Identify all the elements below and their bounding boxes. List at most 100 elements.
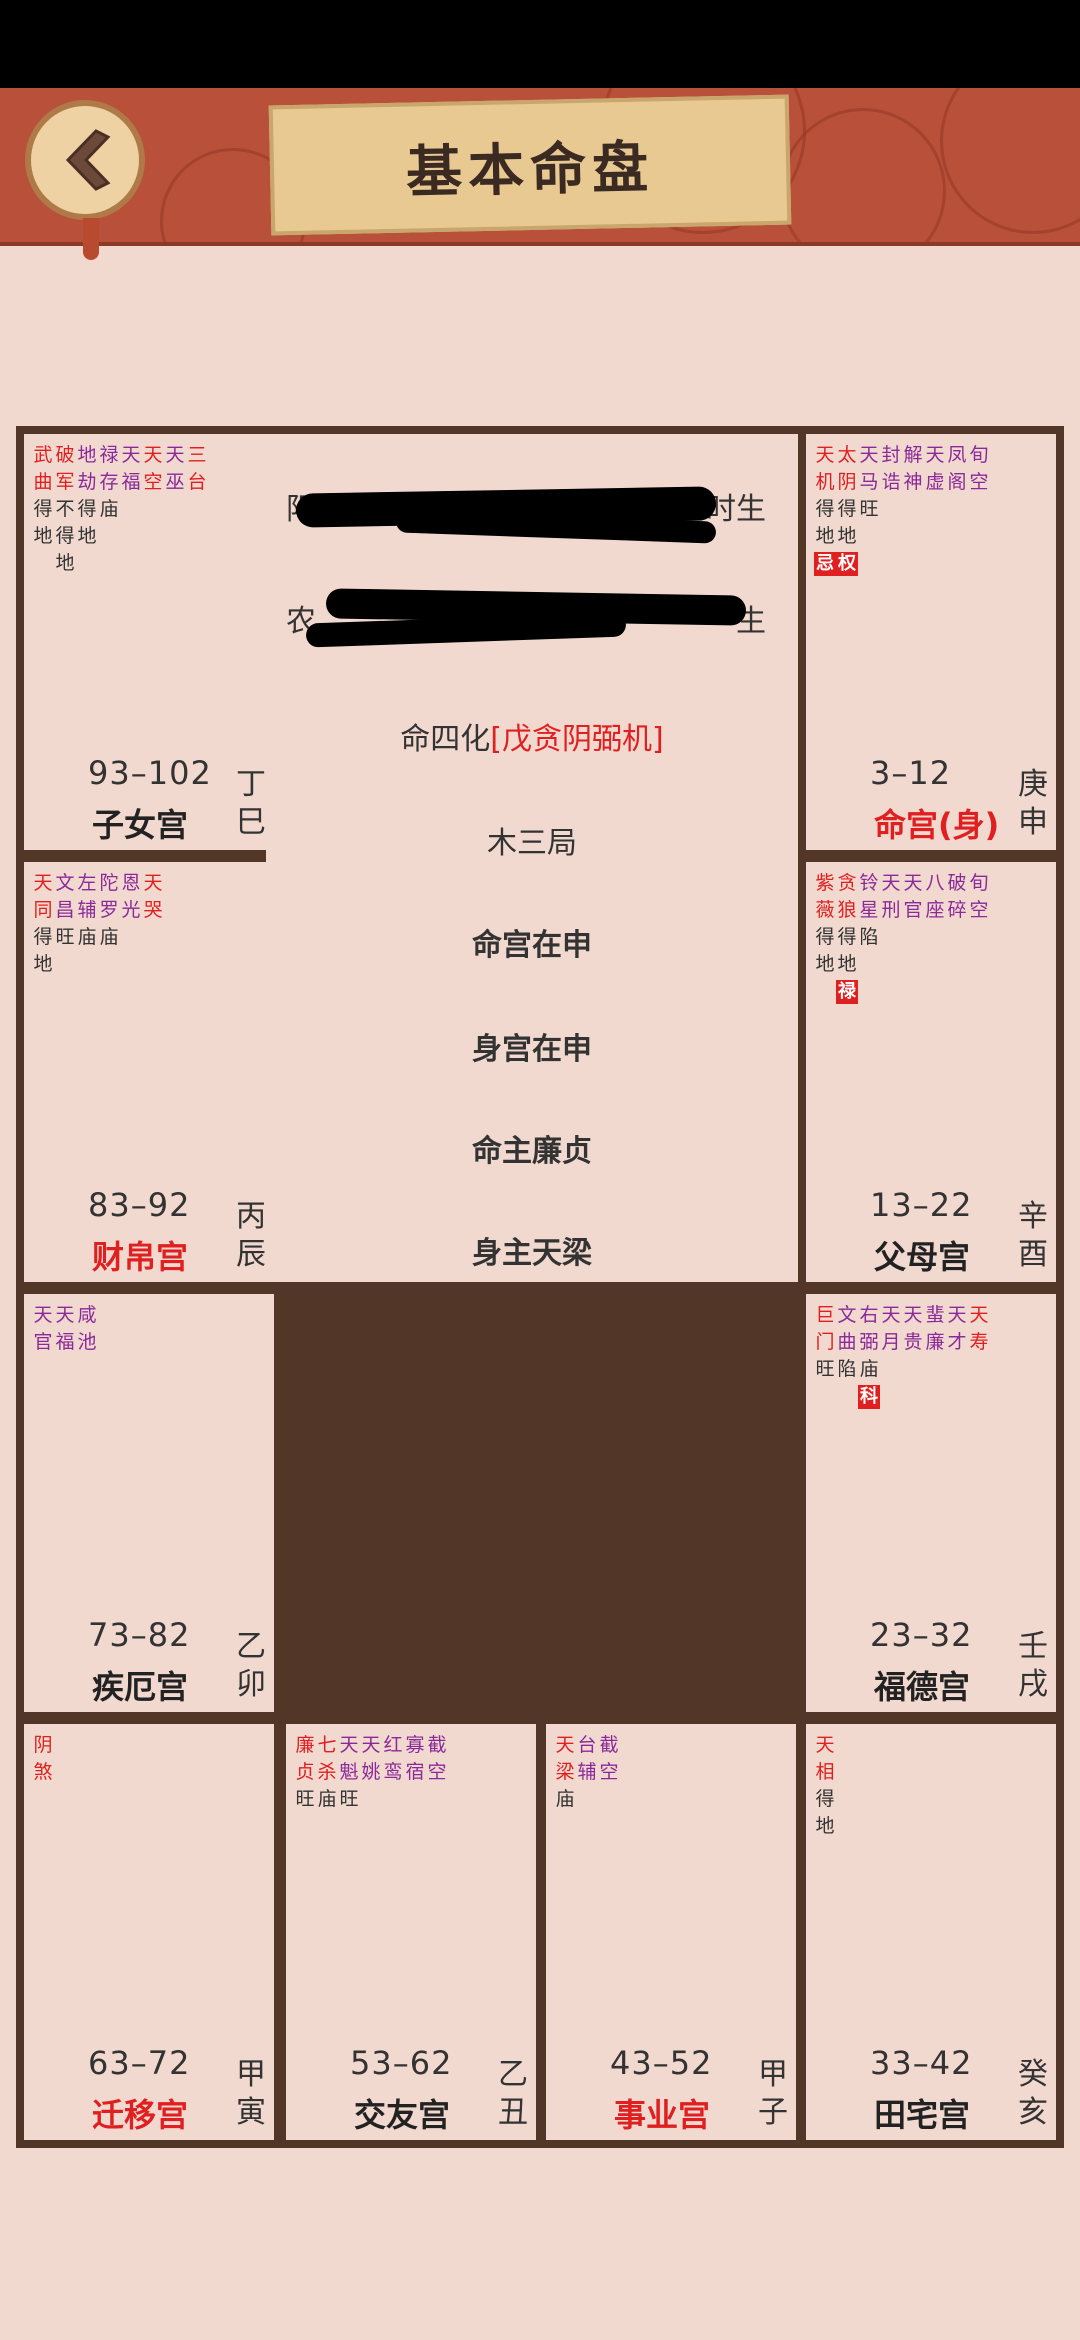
- star-name-char: 机: [815, 471, 835, 493]
- star-column: 天寿: [968, 1302, 990, 1409]
- star-column: 文昌旺: [54, 870, 76, 978]
- star-list: 天同得地文昌旺左辅庙陀罗庙恩光天哭: [32, 870, 164, 978]
- stem-branch: 癸亥: [1016, 2056, 1050, 2132]
- sihua-badge: 忌: [814, 552, 836, 576]
- age-range: 73–82: [88, 1616, 191, 1654]
- star-name-char: 台: [577, 1734, 597, 1756]
- star-column: 天姚: [360, 1732, 382, 1813]
- star-column: 天同得地: [32, 870, 54, 978]
- star-name-char: 煞: [33, 1761, 53, 1783]
- star-list: 天相得地: [814, 1732, 836, 1840]
- star-name-char: 红: [383, 1734, 403, 1756]
- star-name-char: 月: [881, 1331, 901, 1353]
- star-name-char: 天: [165, 444, 185, 466]
- palace-cell[interactable]: 天相得地 33–42 田宅宫 癸亥: [806, 1724, 1056, 2140]
- star-name-char: 寿: [969, 1331, 989, 1353]
- star-name-char: 旬: [969, 872, 989, 894]
- palace-cell[interactable]: 天机得地忌太阴得地权天马旺封诰解神天虚凤阁旬空 3–12 命宫(身) 庚申: [806, 434, 1056, 850]
- star-column: 天福: [54, 1302, 76, 1356]
- star-column: 天马旺: [858, 442, 880, 576]
- star-name-char: 天: [815, 444, 835, 466]
- stem-branch: 庚申: [1016, 766, 1050, 842]
- star-list: 天官天福咸池: [32, 1302, 98, 1356]
- star-brightness-char: 庙: [77, 926, 97, 948]
- star-column: 破碎: [946, 870, 968, 1004]
- star-name-char: 空: [427, 1761, 447, 1783]
- chevron-left-icon: [65, 129, 111, 191]
- star-column: 三台: [186, 442, 208, 577]
- star-column: 旬空: [968, 442, 990, 576]
- star-name-char: 三: [187, 444, 207, 466]
- stem-branch-char: 甲: [758, 2057, 788, 2092]
- star-column: 陀罗庙: [98, 870, 120, 978]
- star-name-char: 曲: [33, 471, 53, 493]
- star-column: 红鸾: [382, 1732, 404, 1813]
- star-column: 武曲得地: [32, 442, 54, 577]
- star-name-char: 巨: [815, 1304, 835, 1326]
- palace-cell[interactable]: 廉贞旺七杀庙天魁旺天姚红鸾寡宿截空 53–62 交友宫乙丑: [286, 1724, 536, 2140]
- stem-branch-char: 卯: [236, 1667, 266, 1702]
- palace-cell[interactable]: 巨门旺文曲陷右弼庙科天月天贵蜚廉天才天寿 23–32 福德宫壬戌: [806, 1294, 1056, 1712]
- age-range: 53–62: [350, 2044, 453, 2082]
- star-column: 破军不得地: [54, 442, 76, 577]
- palace-cell[interactable]: 紫薇得地贪狼得地禄铃星陷天刑天官八座破碎旬空 13–22 父母宫辛酉: [806, 862, 1056, 1282]
- chart-center-info: 阳 时生 农 生 命四化[戊贪阴弼机] 木三局 命宫在申 身宫在申 命主廉贞 身…: [266, 434, 798, 1282]
- star-column: 寡宿: [404, 1732, 426, 1813]
- star-name-char: 天: [143, 872, 163, 894]
- star-column: 禄存庙: [98, 442, 120, 577]
- star-name-char: 阴: [837, 471, 857, 493]
- star-brightness-char: 得: [55, 525, 75, 547]
- star-name-char: 天: [903, 872, 923, 894]
- palace-cell[interactable]: 天梁庙台辅截空 43–52 事业宫甲子: [546, 1724, 796, 2140]
- back-button[interactable]: [25, 100, 145, 260]
- star-brightness-char: 地: [837, 953, 857, 975]
- star-name-char: 存: [99, 471, 119, 493]
- star-name-char: 诰: [881, 471, 901, 493]
- title-plaque: 基本命盘: [268, 94, 792, 236]
- stem-branch-char: 乙: [236, 1629, 266, 1664]
- star-column: 文曲陷: [836, 1302, 858, 1409]
- star-name-char: 碎: [947, 899, 967, 921]
- star-name-char: 同: [33, 899, 53, 921]
- ming-zhu-line: 命主廉贞: [472, 1134, 592, 1169]
- stem-branch-char: 辰: [236, 1237, 266, 1272]
- star-name-char: 官: [903, 899, 923, 921]
- palace-cell[interactable]: 天同得地文昌旺左辅庙陀罗庙恩光天哭 83–92 财帛宫丙辰: [24, 862, 274, 1282]
- star-name-char: 天: [947, 1304, 967, 1326]
- star-name-char: 军: [55, 471, 75, 493]
- star-column: 贪狼得地禄: [836, 870, 858, 1004]
- star-name-char: 天: [33, 1304, 53, 1326]
- star-name-char: 左: [77, 872, 97, 894]
- star-name-char: 神: [903, 471, 923, 493]
- star-column: 天刑: [880, 870, 902, 1004]
- star-name-char: 天: [881, 872, 901, 894]
- star-brightness-char: 旺: [859, 498, 879, 520]
- star-name-char: 弼: [859, 1331, 879, 1353]
- star-name-char: 铃: [859, 872, 879, 894]
- star-brightness-char: 地: [33, 525, 53, 547]
- stem-branch-char: 子: [758, 2095, 788, 2130]
- star-column: 七杀庙: [316, 1732, 338, 1813]
- palace-cell[interactable]: 阴煞 63–72 迁移宫 甲寅: [24, 1724, 274, 2140]
- star-column: 天才: [946, 1302, 968, 1409]
- star-name-char: 天: [361, 1734, 381, 1756]
- palace-cell[interactable]: 天官天福咸池 73–82 疾厄宫 乙卯: [24, 1294, 274, 1712]
- star-name-char: 天: [903, 1304, 923, 1326]
- stem-branch-char: 甲: [236, 2057, 266, 2092]
- star-brightness-char: 庙: [99, 926, 119, 948]
- star-column: 天贵: [902, 1302, 924, 1409]
- star-column: 封诰: [880, 442, 902, 576]
- age-range: 3–12: [870, 754, 952, 792]
- stem-branch-char: 癸: [1018, 2057, 1048, 2092]
- sihua-line: 命四化[戊贪阴弼机]: [400, 722, 664, 757]
- shen-zhu-line: 身主天梁: [472, 1236, 592, 1271]
- age-range: 63–72: [88, 2044, 191, 2082]
- star-column: 截空: [426, 1732, 448, 1813]
- palace-cell[interactable]: 武曲得地破军不得地地劫得地禄存庙天福天空天巫三台 93–102 子女宫丁巳: [24, 434, 274, 850]
- star-brightness-char: 陷: [837, 1358, 857, 1380]
- star-name-char: 天: [143, 444, 163, 466]
- star-list: 天机得地忌太阴得地权天马旺封诰解神天虚凤阁旬空: [814, 442, 990, 576]
- star-brightness-char: 旺: [815, 1358, 835, 1380]
- star-brightness-char: 得: [837, 926, 857, 948]
- star-name-char: 座: [925, 899, 945, 921]
